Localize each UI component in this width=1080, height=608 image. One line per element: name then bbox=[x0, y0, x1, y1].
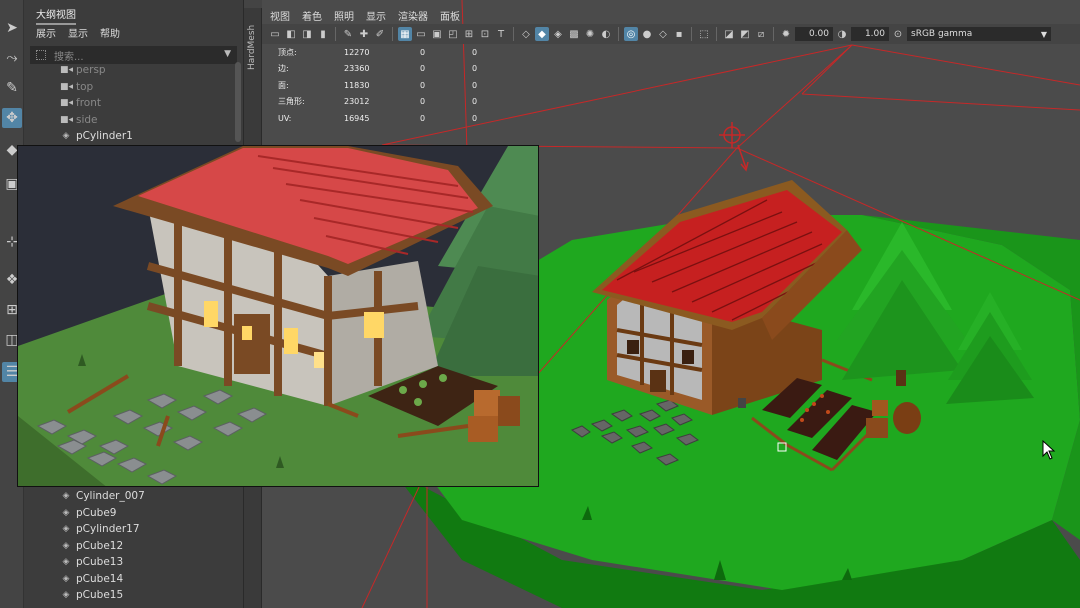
wireframe-on-shaded-icon[interactable]: ◈ bbox=[551, 27, 565, 41]
mesh-icon: ◈ bbox=[62, 590, 70, 601]
list-item[interactable]: ■◂ persp bbox=[24, 62, 234, 79]
list-item[interactable]: ■◂ top bbox=[24, 79, 234, 96]
camera-select-icon[interactable]: ▭ bbox=[268, 27, 282, 41]
list-item[interactable]: ◈ pCube14 bbox=[24, 571, 234, 588]
exposure-icon[interactable]: ✹ bbox=[779, 27, 793, 41]
resolution-gate-icon[interactable]: ▣ bbox=[430, 27, 444, 41]
antialias-icon[interactable]: ▪ bbox=[672, 27, 686, 41]
mesh-icon: ◈ bbox=[62, 507, 70, 518]
color-space-select[interactable]: sRGB gamma ▼ bbox=[907, 27, 1051, 41]
camera-icon: ■◂ bbox=[60, 114, 74, 125]
list-item[interactable]: ■◂ front bbox=[24, 95, 234, 112]
stat-row: 三角形: 23012 0 0 bbox=[278, 97, 478, 107]
select-tool-icon[interactable]: ➤ bbox=[2, 18, 22, 38]
xray-active-icon[interactable]: ◩ bbox=[738, 27, 752, 41]
maya-window: ➤ ⤳ ✎ ✥ ◆ ▣ ⊹ ❖ ⊞ ◫ ☰ 大纲视图 展示 显示 帮助 搜索..… bbox=[0, 0, 1080, 608]
menu-view[interactable]: 视图 bbox=[270, 8, 290, 24]
camera-attr-icon[interactable]: ◧ bbox=[284, 27, 298, 41]
filter-icon[interactable] bbox=[36, 50, 46, 60]
xray-joints-icon[interactable]: ◪ bbox=[722, 27, 736, 41]
list-item[interactable]: ◈ pCylinder1 bbox=[24, 128, 234, 145]
menu-lighting[interactable]: 照明 bbox=[334, 8, 354, 24]
list-item[interactable]: ■◂ side bbox=[24, 112, 234, 129]
render-preview-image bbox=[17, 145, 539, 487]
menu-renderer[interactable]: 渲染器 bbox=[398, 8, 428, 24]
stat-row: 边: 23360 0 0 bbox=[278, 64, 478, 74]
viewport-menu: 视图 着色 照明 显示 渲染器 面板 bbox=[262, 8, 460, 24]
field-chart-icon[interactable]: ⊞ bbox=[462, 27, 476, 41]
mesh-icon: ◈ bbox=[62, 557, 70, 568]
image-plane-icon[interactable]: ▮ bbox=[316, 27, 330, 41]
gate-mask-icon[interactable]: ◰ bbox=[446, 27, 460, 41]
film-gate-icon[interactable]: ▭ bbox=[414, 27, 428, 41]
mesh-icon: ◈ bbox=[62, 524, 70, 535]
rendered-house-scene bbox=[18, 146, 538, 486]
menu-show[interactable]: 展示 bbox=[36, 25, 56, 40]
mesh-icon: ◈ bbox=[62, 131, 70, 142]
bookmark-icon[interactable]: ◨ bbox=[300, 27, 314, 41]
grid-icon[interactable]: ▦ bbox=[398, 27, 412, 41]
list-item[interactable]: ◈ pCylinder17 bbox=[24, 521, 234, 538]
gamma-icon[interactable]: ◑ bbox=[835, 27, 849, 41]
menu-shading[interactable]: 着色 bbox=[302, 8, 322, 24]
mesh-icon: ◈ bbox=[62, 573, 70, 584]
move-tool-icon[interactable]: ✥ bbox=[2, 108, 22, 128]
viewport-toolbar: ▭ ◧ ◨ ▮ ✎ ✚ ✐ ▦ ▭ ▣ ◰ ⊞ ⊡ T ◇ ◆ ◈ ▩ ✺ ◐ … bbox=[262, 24, 1080, 44]
safe-action-icon[interactable]: ⊡ bbox=[478, 27, 492, 41]
list-item[interactable]: ◈ pCube12 bbox=[24, 538, 234, 555]
lights-icon[interactable]: ✺ bbox=[583, 27, 597, 41]
grease-pencil-icon[interactable]: ✎ bbox=[341, 27, 355, 41]
list-item[interactable]: ◈ pCube13 bbox=[24, 554, 234, 571]
outliner-scrollbar[interactable] bbox=[235, 62, 241, 142]
menu-display[interactable]: 显示 bbox=[68, 25, 88, 40]
menu-show[interactable]: 显示 bbox=[366, 8, 386, 24]
mouse-cursor-icon bbox=[1042, 440, 1056, 460]
xray-icon[interactable]: ◎ bbox=[624, 27, 638, 41]
menu-panels[interactable]: 面板 bbox=[440, 8, 460, 24]
camera-icon: ■◂ bbox=[60, 81, 74, 92]
color-management-icon[interactable]: ⊙ bbox=[891, 27, 905, 41]
smooth-shade-icon[interactable]: ◆ bbox=[535, 27, 549, 41]
shadows-icon[interactable]: ◐ bbox=[599, 27, 613, 41]
paint-tool-icon[interactable]: ✎ bbox=[2, 78, 22, 98]
motion-blur-icon[interactable]: ◇ bbox=[656, 27, 670, 41]
chevron-down-icon[interactable]: ▼ bbox=[224, 49, 231, 59]
isolate-select-icon[interactable]: ⬚ bbox=[697, 27, 711, 41]
exposure-field[interactable]: 0.00 bbox=[795, 27, 833, 41]
gamma-field[interactable]: 1.00 bbox=[851, 27, 889, 41]
backface-icon[interactable]: ⧄ bbox=[754, 27, 768, 41]
chevron-down-icon[interactable]: ▼ bbox=[1041, 30, 1047, 39]
lantern-model bbox=[738, 398, 746, 408]
twod-pan-icon[interactable]: ✚ bbox=[357, 27, 371, 41]
lasso-tool-icon[interactable]: ⤳ bbox=[2, 48, 22, 68]
camera-icon: ■◂ bbox=[60, 98, 74, 109]
list-item[interactable]: ◈ pCube9 bbox=[24, 505, 234, 522]
ambient-occlusion-icon[interactable]: ● bbox=[640, 27, 654, 41]
mesh-icon: ◈ bbox=[62, 491, 70, 502]
outliner-menu: 展示 显示 帮助 bbox=[24, 22, 243, 43]
textured-icon[interactable]: ▩ bbox=[567, 27, 581, 41]
pencil-icon[interactable]: ✐ bbox=[373, 27, 387, 41]
menu-help[interactable]: 帮助 bbox=[100, 25, 120, 40]
mesh-icon: ◈ bbox=[62, 540, 70, 551]
heads-up-stats: 顶点: 12270 0 0 边: 23360 0 0 面: 11830 0 0 三角形: 23012… bbox=[278, 44, 477, 127]
outliner-list-lower: ◈ Cylinder_007 ◈ pCube9 ◈ pCylinder17 ◈ pCub… bbox=[24, 488, 234, 604]
outliner-title: 大纲视图 bbox=[24, 0, 243, 25]
stat-row: 面: 11830 0 0 bbox=[278, 80, 478, 90]
camera-icon: ■◂ bbox=[60, 65, 74, 76]
wireframe-icon[interactable]: ◇ bbox=[519, 27, 533, 41]
safe-title-icon[interactable]: T bbox=[494, 27, 508, 41]
stat-row: 顶点: 12270 0 0 bbox=[278, 47, 478, 57]
stat-row: UV: 16945 0 0 bbox=[278, 113, 478, 123]
list-item[interactable]: ◈ pCube15 bbox=[24, 587, 234, 604]
outliner-list: ■◂ persp ■◂ top ■◂ front ■◂ side ◈ pCylinder1 bbox=[24, 62, 234, 145]
list-item[interactable]: ◈ Cylinder_007 bbox=[24, 488, 234, 505]
